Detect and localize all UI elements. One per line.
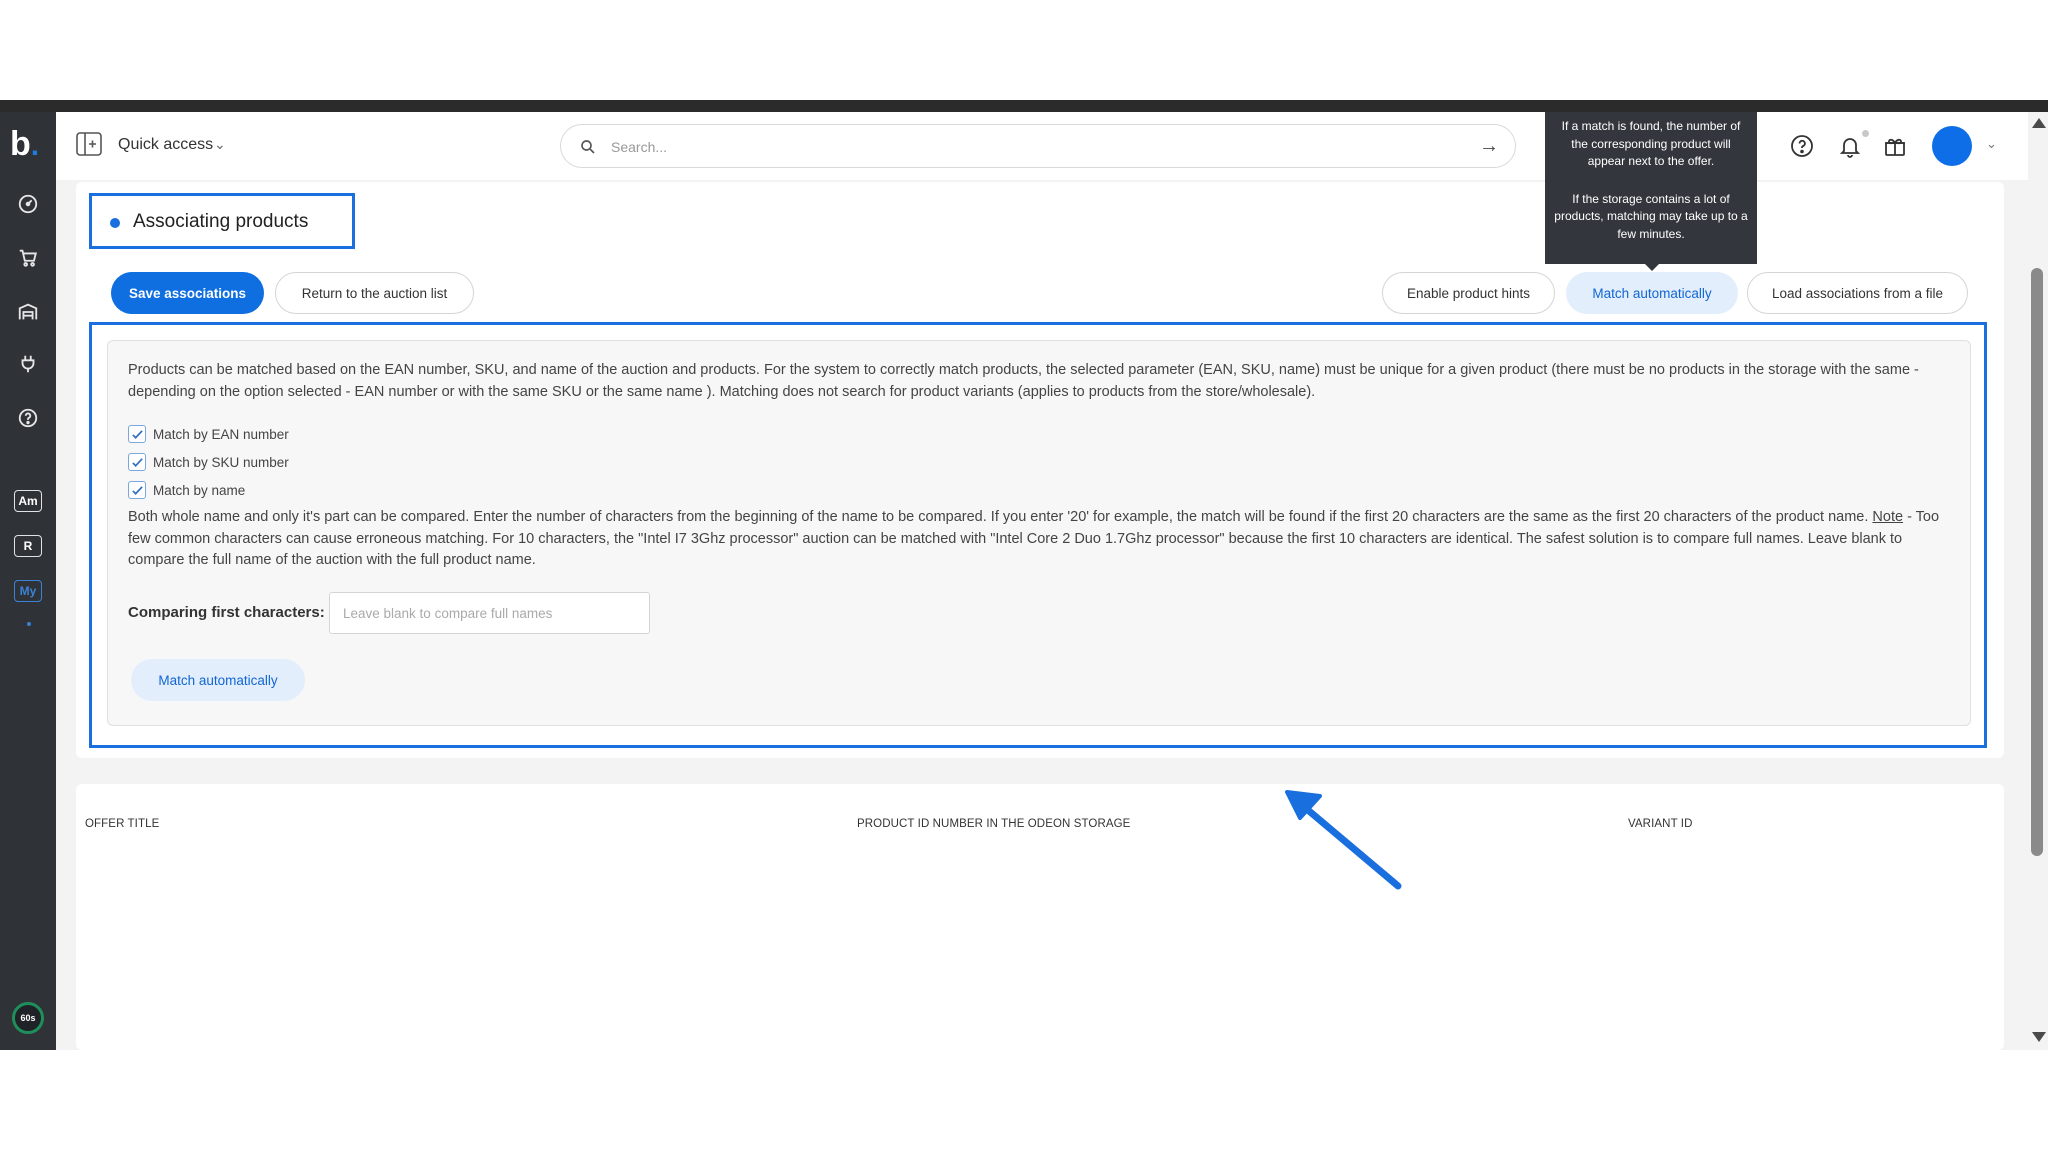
checkbox-box[interactable] xyxy=(128,481,146,499)
comparing-characters-label: Comparing first characters: xyxy=(128,604,325,621)
match-by-sku-label: Match by SKU number xyxy=(153,454,289,470)
avatar[interactable] xyxy=(1932,126,1972,166)
note-link[interactable]: Note xyxy=(1872,509,1903,525)
checkmark-icon xyxy=(131,429,143,439)
match-by-name-label: Match by name xyxy=(153,482,246,498)
tooltip-pointer xyxy=(1645,264,1659,271)
page-title: Associating products xyxy=(133,211,309,232)
stage: b. Am R My 60s Quick access ⌄ → xyxy=(0,0,2048,1152)
checkmark-icon xyxy=(131,485,143,495)
column-header-offer-title[interactable]: OFFER TITLE xyxy=(85,818,159,830)
comparing-characters-input[interactable] xyxy=(329,592,650,634)
return-to-auction-list-button[interactable]: Return to the auction list xyxy=(275,272,474,314)
chevron-down-icon[interactable]: ⌄ xyxy=(214,136,226,153)
arrow-right-icon[interactable]: → xyxy=(1479,136,1499,156)
column-header-product-id[interactable]: PRODUCT ID NUMBER IN THE ODEON STORAGE xyxy=(857,818,1130,830)
note-text-before: Both whole name and only it's part can b… xyxy=(128,509,1873,525)
match-by-sku-checkbox[interactable]: Match by SKU number xyxy=(128,453,289,471)
match-automatically-button[interactable]: Match automatically xyxy=(131,659,305,701)
tooltip-line-2: If the storage contains a lot of product… xyxy=(1554,191,1748,241)
match-by-ean-checkbox[interactable]: Match by EAN number xyxy=(128,425,289,443)
checkbox-box[interactable] xyxy=(128,425,146,443)
sidebar-toggle-icon[interactable] xyxy=(76,132,102,156)
sidebar: b. Am R My 60s xyxy=(0,112,56,1050)
active-indicator xyxy=(27,622,31,626)
save-associations-button[interactable]: Save associations xyxy=(111,272,264,314)
brand-logo[interactable]: b. xyxy=(10,124,46,164)
logo-letter: b xyxy=(10,125,31,163)
notification-dot xyxy=(1862,130,1869,137)
gift-icon[interactable] xyxy=(1881,132,1909,160)
match-description: Products can be matched based on the EAN… xyxy=(128,362,1919,400)
enable-product-hints-button[interactable]: Enable product hints xyxy=(1382,272,1555,314)
title-bullet xyxy=(110,218,120,228)
page-title-box: Associating products xyxy=(89,193,355,249)
scrollbar-thumb[interactable] xyxy=(2031,268,2043,856)
checkmark-icon xyxy=(131,457,143,467)
plug-icon[interactable] xyxy=(14,350,42,378)
match-by-ean-label: Match by EAN number xyxy=(153,426,289,442)
scroll-up-icon[interactable] xyxy=(2032,118,2046,128)
search-icon xyxy=(581,140,595,154)
help-circle-icon[interactable] xyxy=(1788,132,1816,160)
sidebar-badge-am[interactable]: Am xyxy=(14,490,42,512)
match-automatically-toggle-button[interactable]: Match automatically xyxy=(1566,272,1738,314)
scroll-down-icon[interactable] xyxy=(2032,1032,2046,1042)
tooltip-line-1: If a match is found, the number of the c… xyxy=(1561,119,1741,168)
checkbox-box[interactable] xyxy=(128,453,146,471)
top-bar xyxy=(0,100,2048,112)
timer-badge[interactable]: 60s xyxy=(12,1002,44,1034)
column-header-variant-id[interactable]: VARIANT ID xyxy=(1628,818,1692,830)
sidebar-badge-r[interactable]: R xyxy=(14,535,42,557)
load-associations-from-file-button[interactable]: Load associations from a file xyxy=(1747,272,1968,314)
chevron-down-icon[interactable]: ⌄ xyxy=(1986,136,1997,152)
logo-dot: . xyxy=(30,129,40,162)
warehouse-icon[interactable] xyxy=(14,298,42,326)
cart-icon[interactable] xyxy=(14,244,42,272)
sidebar-badge-my[interactable]: My xyxy=(14,580,42,602)
search-bar: → xyxy=(560,124,1516,168)
name-compare-note: Both whole name and only it's part can b… xyxy=(128,507,1958,572)
match-by-name-checkbox[interactable]: Match by name xyxy=(128,481,245,499)
match-tooltip: If a match is found, the number of the c… xyxy=(1545,112,1757,264)
bell-icon[interactable] xyxy=(1836,132,1864,160)
quick-access-label[interactable]: Quick access xyxy=(118,136,213,154)
gauge-icon[interactable] xyxy=(14,190,42,218)
app-window: b. Am R My 60s Quick access ⌄ → xyxy=(0,100,2048,1050)
help-icon[interactable] xyxy=(14,404,42,432)
search-input[interactable] xyxy=(611,135,1431,159)
